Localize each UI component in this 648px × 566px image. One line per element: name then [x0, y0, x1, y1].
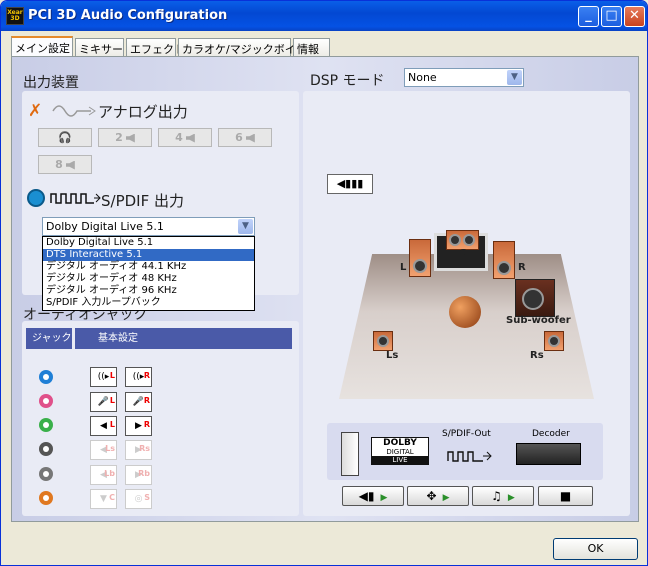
speaker-front-right[interactable] [493, 241, 515, 279]
maximize-button[interactable]: □ [601, 6, 622, 27]
six-speaker-button[interactable]: 6 [218, 128, 272, 147]
jack-orange-icon [39, 491, 53, 505]
spdif-option[interactable]: デジタル オーディオ 48 KHz [43, 273, 254, 285]
test-3d-play-button[interactable]: ✥ ▶ [407, 486, 469, 506]
spdif-option[interactable]: デジタル オーディオ 44.1 KHz [43, 261, 254, 273]
tab-mixer[interactable]: ミキサー [75, 38, 124, 57]
analog-disabled-icon[interactable]: ✗ [28, 101, 42, 121]
four-speaker-count: 4 [175, 131, 183, 144]
app-icon: Xear 3D [6, 7, 24, 25]
speaker-icon [185, 133, 195, 143]
speaker-label-r: R [518, 262, 526, 273]
speaker-label-l: L [400, 262, 407, 273]
spdif-out-label: S/PDIF-Out [442, 429, 491, 439]
two-speaker-count: 2 [115, 131, 123, 144]
dolby-digital: DIGITAL [386, 448, 414, 456]
analog-output-label: アナログ出力 [98, 103, 188, 121]
mic-left-icon[interactable]: 🎤 L [90, 392, 117, 412]
speaker-label-rs: Rs [530, 350, 544, 361]
jack-blue-icon [39, 370, 53, 384]
chevron-down-icon[interactable]: ▼ [507, 70, 522, 85]
speaker-label-sub: Sub-woofer [506, 315, 571, 326]
speaker-test-volume-icon[interactable]: ◀▮▮▮ [327, 174, 373, 194]
speaker-rear-right[interactable] [544, 331, 564, 351]
basic-settings-header: 基本設定 [75, 328, 292, 349]
speaker-rear-left[interactable] [373, 331, 393, 351]
jack-gray-icon [39, 467, 53, 481]
subwoofer-icon: ◎ S [125, 489, 152, 509]
speaker-label-c: C [459, 248, 467, 259]
dsp-mode-dropdown[interactable]: None ▼ [404, 68, 524, 87]
line-in-right-icon[interactable]: ((▸ R [125, 367, 152, 387]
spdif-format-dropdown[interactable]: Dolby Digital Live 5.1 ▼ [42, 217, 255, 236]
close-button[interactable]: ✕ [624, 6, 645, 27]
spdif-option[interactable]: DTS Interactive 5.1 [43, 249, 254, 261]
decoder-label: Decoder [532, 429, 570, 439]
digital-wave-icon [50, 193, 101, 204]
spdif-option[interactable]: デジタル オーディオ 96 KHz [43, 285, 254, 297]
rear-speaker-left-icon: ◀ Ls [90, 440, 117, 460]
speaker-icon [65, 160, 75, 170]
eight-speaker-count: 8 [55, 158, 63, 171]
speaker-front-left[interactable] [409, 239, 431, 277]
pc-tower-icon [341, 432, 359, 476]
spdif-format-list[interactable]: Dolby Digital Live 5.1 DTS Interactive 5… [42, 236, 255, 311]
spdif-output-label: S/PDIF 出力 [101, 192, 184, 210]
test-music-play-button[interactable]: ♫ ▶ [472, 486, 534, 506]
tab-info[interactable]: 情報 [293, 38, 330, 57]
center-speaker-icon: ▼ C [90, 489, 117, 509]
ok-button[interactable]: OK [553, 538, 638, 560]
stop-button[interactable]: ■ [538, 486, 593, 506]
dolby-logo: DOLBY DIGITAL LIVE [371, 437, 429, 465]
line-in-left-icon[interactable]: ((▸ L [90, 367, 117, 387]
tab-main-settings[interactable]: メイン設定 [11, 36, 73, 58]
main-window: Xear 3D PCI 3D Audio Configuration _ □ ✕… [0, 0, 648, 566]
listener-ball-icon[interactable] [449, 296, 481, 328]
chevron-down-icon[interactable]: ▼ [238, 219, 253, 234]
tab-effects[interactable]: エフェクト [126, 38, 185, 57]
front-speaker-left-icon[interactable]: ◀ L [90, 416, 117, 436]
spdif-option[interactable]: S/PDIF 入力ループバック [43, 297, 254, 309]
jack-panel [22, 321, 299, 516]
subwoofer-speaker[interactable] [515, 279, 555, 317]
dsp-mode-value: None [408, 71, 437, 84]
output-section-title: 出力装置 [23, 75, 79, 91]
digital-signal-icon [447, 451, 492, 462]
mic-right-icon[interactable]: 🎤 R [125, 392, 152, 412]
tab-karaoke[interactable]: カラオケ/マジックボイス [178, 38, 306, 57]
dsp-mode-label: DSP モード [310, 73, 385, 89]
eight-speaker-button[interactable]: 8 [38, 155, 92, 174]
window-title: PCI 3D Audio Configuration [28, 8, 228, 23]
side-speaker-left-icon: ◀ Lb [90, 465, 117, 485]
speaker-label-ls: Ls [386, 350, 399, 361]
spdif-enabled-icon[interactable] [27, 189, 45, 207]
headphone-button[interactable]: 🎧 [38, 128, 92, 147]
decoder-receiver-icon [516, 443, 581, 465]
dolby-live: LIVE [372, 456, 428, 464]
dolby-word: DOLBY [383, 438, 417, 448]
speaker-icon [245, 133, 255, 143]
spdif-format-value: Dolby Digital Live 5.1 [46, 220, 164, 233]
jack-column-header: ジャック [26, 328, 72, 349]
four-speaker-button[interactable]: 4 [158, 128, 212, 147]
six-speaker-count: 6 [235, 131, 243, 144]
analog-wave-icon [52, 105, 96, 117]
spdif-option[interactable]: Dolby Digital Live 5.1 [43, 237, 254, 249]
rear-speaker-right-icon: ▶ Rs [125, 440, 152, 460]
jack-black-icon [39, 442, 53, 456]
test-speaker-play-button[interactable]: ◀▮ ▶ [342, 486, 404, 506]
title-bar[interactable]: Xear 3D PCI 3D Audio Configuration _ □ ✕ [1, 1, 647, 31]
side-speaker-right-icon: ▶ Rb [125, 465, 152, 485]
front-speaker-right-icon[interactable]: ▶ R [125, 416, 152, 436]
jack-pink-icon [39, 394, 53, 408]
two-speaker-button[interactable]: 2 [98, 128, 152, 147]
minimize-button[interactable]: _ [578, 6, 599, 27]
jack-green-icon [39, 418, 53, 432]
speaker-icon [125, 133, 135, 143]
speaker-center[interactable] [446, 230, 479, 250]
